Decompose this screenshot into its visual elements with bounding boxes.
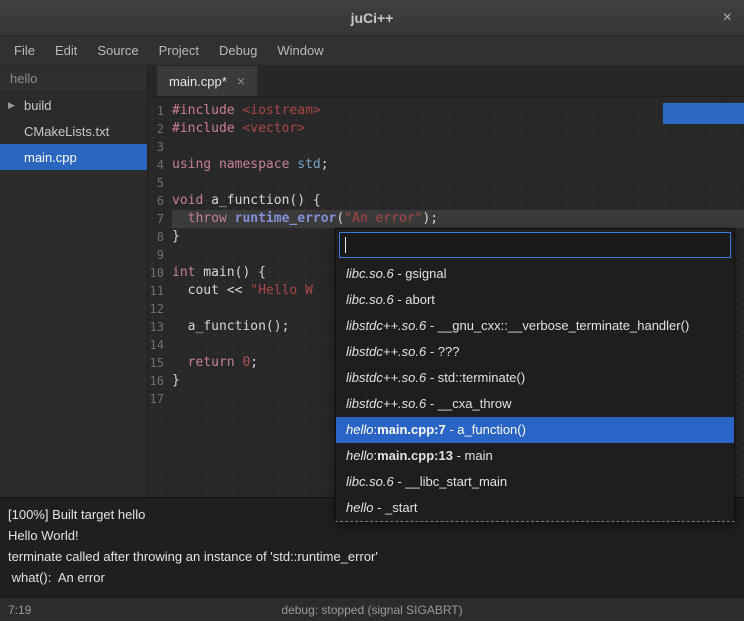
line-number: 17 xyxy=(148,390,172,408)
code-text: #include <iostream> xyxy=(172,102,744,120)
frame-location: main.cpp:7 xyxy=(377,422,446,437)
frame-module: libc.so.6 xyxy=(346,266,394,281)
tree-item-build[interactable]: ▶build xyxy=(0,92,147,118)
code-line[interactable]: 1#include <iostream> xyxy=(148,102,744,120)
status-debug-message: debug: stopped (signal SIGABRT) xyxy=(0,603,744,617)
stack-frame[interactable]: libstdc++.so.6 - ??? xyxy=(336,339,734,365)
code-text: void a_function() { xyxy=(172,192,744,210)
line-number: 10 xyxy=(148,264,172,282)
code-text xyxy=(172,138,744,156)
code-line[interactable]: 4using namespace std; xyxy=(148,156,744,174)
stack-frame[interactable]: hello - _start xyxy=(336,495,734,521)
menu-source[interactable]: Source xyxy=(87,36,148,66)
tree-item-label: main.cpp xyxy=(24,150,77,165)
code-line[interactable]: 7 throw runtime_error("An error"); xyxy=(148,210,744,228)
line-number: 13 xyxy=(148,318,172,336)
line-number: 3 xyxy=(148,138,172,156)
tree-item-label: CMakeLists.txt xyxy=(24,124,109,139)
code-line[interactable]: 2#include <vector> xyxy=(148,120,744,138)
frame-symbol: gsignal xyxy=(405,266,446,281)
menu-debug[interactable]: Debug xyxy=(209,36,267,66)
tab-label: main.cpp* xyxy=(169,74,227,89)
frame-symbol: abort xyxy=(405,292,435,307)
menu-edit[interactable]: Edit xyxy=(45,36,87,66)
text-caret xyxy=(345,237,346,253)
tree-item-label: build xyxy=(24,98,51,113)
tree-item-main-cpp[interactable]: main.cpp xyxy=(0,144,147,170)
line-number: 9 xyxy=(148,246,172,264)
line-number: 5 xyxy=(148,174,172,192)
stack-frame[interactable]: libstdc++.so.6 - __gnu_cxx::__verbose_te… xyxy=(336,313,734,339)
code-line[interactable]: 5 xyxy=(148,174,744,192)
line-number: 16 xyxy=(148,372,172,390)
tree-item-cmakelists-txt[interactable]: CMakeLists.txt xyxy=(0,118,147,144)
tab-close-icon[interactable]: × xyxy=(237,73,245,89)
code-text xyxy=(172,174,744,192)
frame-module: libstdc++.so.6 xyxy=(346,370,426,385)
frame-module: hello xyxy=(346,448,373,463)
line-number: 7 xyxy=(148,210,172,228)
code-line[interactable]: 6void a_function() { xyxy=(148,192,744,210)
frame-module: libc.so.6 xyxy=(346,474,394,489)
console-line: Hello World! xyxy=(8,525,736,546)
stack-frame[interactable]: libc.so.6 - abort xyxy=(336,287,734,313)
stack-list: libc.so.6 - gsignallibc.so.6 - abortlibs… xyxy=(336,261,734,521)
console-line: terminate called after throwing an insta… xyxy=(8,546,736,567)
line-number: 2 xyxy=(148,120,172,138)
stack-frame[interactable]: libstdc++.so.6 - std::terminate() xyxy=(336,365,734,391)
frame-module: hello xyxy=(346,422,373,437)
status-bar: debug: stopped (signal SIGABRT) 7:19 xyxy=(0,597,744,621)
frame-module: libstdc++.so.6 xyxy=(346,396,426,411)
line-number: 12 xyxy=(148,300,172,318)
frame-location: main.cpp:13 xyxy=(377,448,453,463)
code-line[interactable]: 3 xyxy=(148,138,744,156)
title-bar: juCi++ × xyxy=(0,0,744,36)
console-line: what(): An error xyxy=(8,567,736,588)
file-tree: ▶build CMakeLists.txt main.cpp xyxy=(0,92,147,170)
expander-icon: ▶ xyxy=(8,100,24,111)
frame-module: libc.so.6 xyxy=(346,292,394,307)
frame-symbol: std::terminate() xyxy=(438,370,525,385)
close-window-icon[interactable]: × xyxy=(723,0,732,35)
menu-project[interactable]: Project xyxy=(149,36,209,66)
frame-symbol: __cxa_throw xyxy=(438,396,512,411)
menu-file[interactable]: File xyxy=(4,36,45,66)
backtrace-filter-input[interactable] xyxy=(339,232,731,258)
frame-symbol: ??? xyxy=(438,344,460,359)
app-window: juCi++ × FileEditSourceProjectDebugWindo… xyxy=(0,0,744,621)
frame-symbol: _start xyxy=(385,500,418,515)
line-number: 8 xyxy=(148,228,172,246)
project-name-header: hello xyxy=(0,66,147,92)
frame-symbol: __gnu_cxx::__verbose_terminate_handler() xyxy=(438,318,690,333)
stack-frame[interactable]: libstdc++.so.6 - __cxa_throw xyxy=(336,391,734,417)
code-text: #include <vector> xyxy=(172,120,744,138)
frame-module: libstdc++.so.6 xyxy=(346,318,426,333)
stack-frame[interactable]: hello:main.cpp:13 - main xyxy=(336,443,734,469)
frame-module: libstdc++.so.6 xyxy=(346,344,426,359)
line-number: 14 xyxy=(148,336,172,354)
stack-frame[interactable]: libc.so.6 - __libc_start_main xyxy=(336,469,734,495)
frame-module: hello xyxy=(346,500,373,515)
scrollbar-thumb[interactable] xyxy=(663,103,744,124)
menu-bar: FileEditSourceProjectDebugWindow xyxy=(0,36,744,66)
tab-main-cpp[interactable]: main.cpp* × xyxy=(156,66,258,96)
window-title: juCi++ xyxy=(351,10,394,26)
frame-symbol: __libc_start_main xyxy=(405,474,507,489)
frame-symbol: main xyxy=(465,448,493,463)
line-number: 15 xyxy=(148,354,172,372)
backtrace-popup: libc.so.6 - gsignallibc.so.6 - abortlibs… xyxy=(335,228,735,522)
menu-window[interactable]: Window xyxy=(267,36,333,66)
line-number: 1 xyxy=(148,102,172,120)
code-text: throw runtime_error("An error"); xyxy=(172,210,744,228)
status-cursor-position: 7:19 xyxy=(0,603,31,617)
project-sidebar: hello ▶build CMakeLists.txt main.cpp xyxy=(0,66,148,497)
line-number: 6 xyxy=(148,192,172,210)
code-text: using namespace std; xyxy=(172,156,744,174)
frame-symbol: a_function() xyxy=(457,422,526,437)
line-number: 4 xyxy=(148,156,172,174)
line-number: 11 xyxy=(148,282,172,300)
stack-frame[interactable]: hello:main.cpp:7 - a_function() xyxy=(336,417,734,443)
tab-bar: main.cpp* × xyxy=(148,66,744,97)
stack-frame[interactable]: libc.so.6 - gsignal xyxy=(336,261,734,287)
